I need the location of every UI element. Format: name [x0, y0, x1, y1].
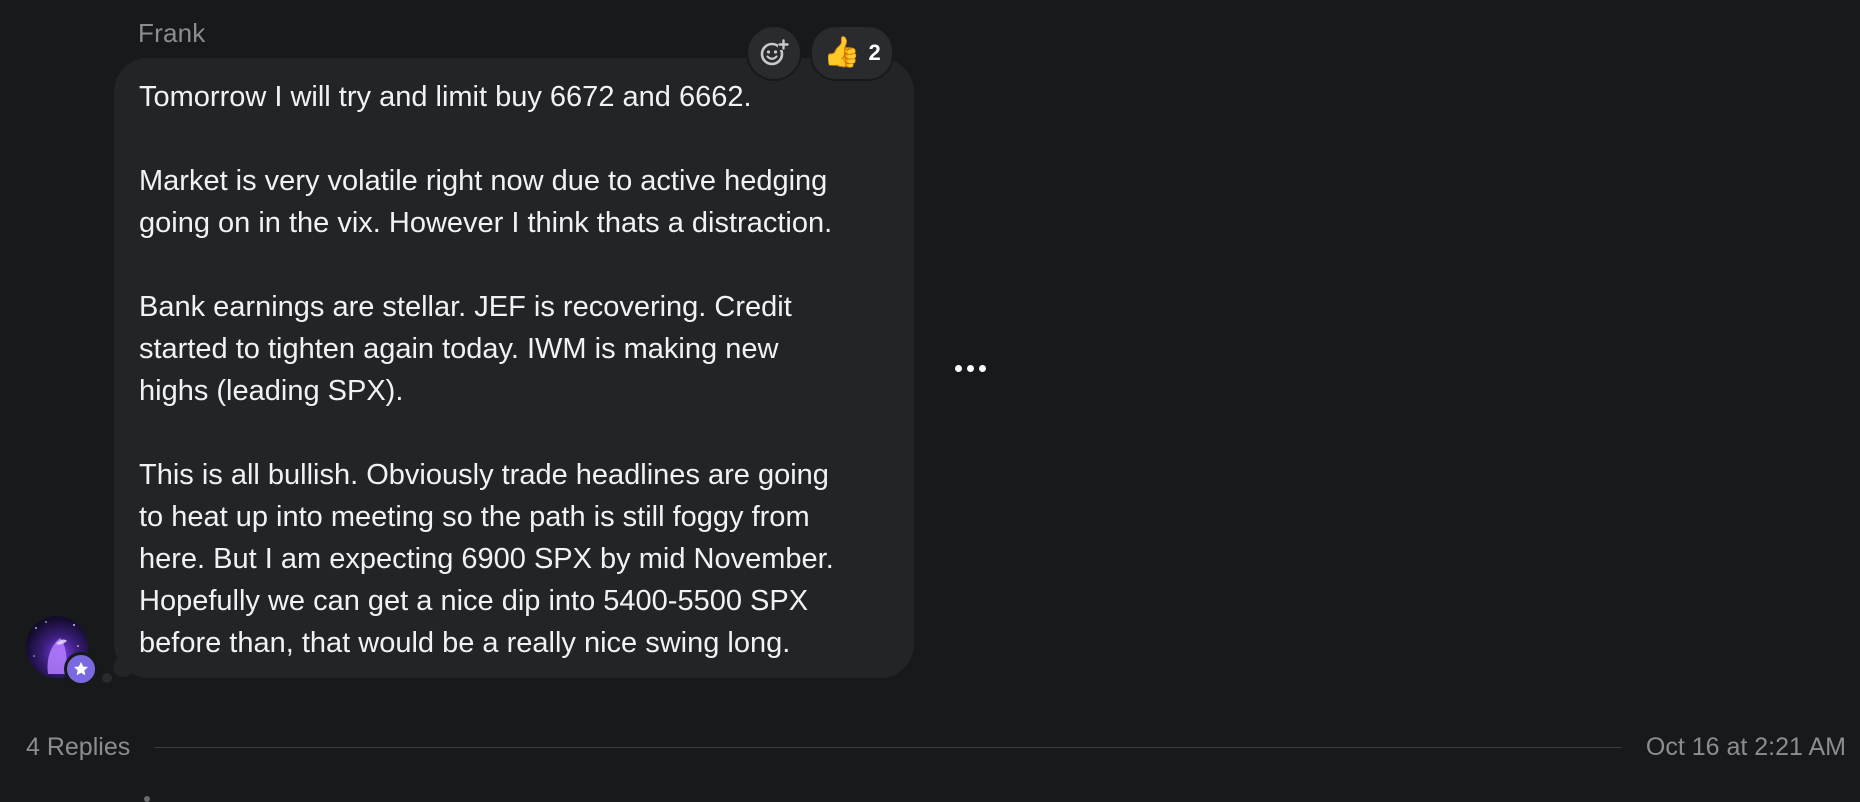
bubble-tail-dot — [102, 673, 112, 683]
add-reaction-icon — [760, 39, 789, 66]
thumbs-up-icon: 👍 — [823, 36, 861, 69]
more-horizontal-icon — [954, 364, 962, 372]
message-bubble[interactable]: Tomorrow I will try and limit buy 6672 a… — [114, 58, 914, 678]
more-options-button[interactable] — [950, 354, 990, 382]
conversation-view: Frank Tomorrow I will try and limit buy … — [0, 0, 1860, 802]
more-horizontal-icon — [966, 364, 974, 372]
star-icon — [73, 661, 89, 676]
thread-footer: 4 Replies Oct 16 at 2:21 AM — [26, 728, 1846, 766]
sender-name: Frank — [138, 18, 206, 48]
message-paragraph: Tomorrow I will try and limit buy 6672 a… — [139, 81, 752, 113]
divider — [154, 746, 1622, 748]
reaction-count: 2 — [868, 40, 881, 65]
add-reaction-button[interactable] — [746, 25, 802, 81]
message-paragraph: This is all bullish. Obviously trade hea… — [139, 459, 834, 659]
message-timestamp: Oct 16 at 2:21 AM — [1645, 732, 1846, 761]
replies-link[interactable]: 4 Replies — [26, 733, 130, 762]
message-paragraph: Market is very volatile right now due to… — [139, 165, 833, 239]
message-paragraph: Bank earnings are stellar. JEF is recove… — [139, 291, 792, 407]
next-message-peek — [144, 796, 150, 802]
avatar-badge — [64, 652, 98, 686]
reaction-thumbs-up[interactable]: 👍 2 — [810, 25, 894, 81]
bubble-tail — [113, 657, 133, 677]
more-horizontal-icon — [978, 364, 986, 372]
